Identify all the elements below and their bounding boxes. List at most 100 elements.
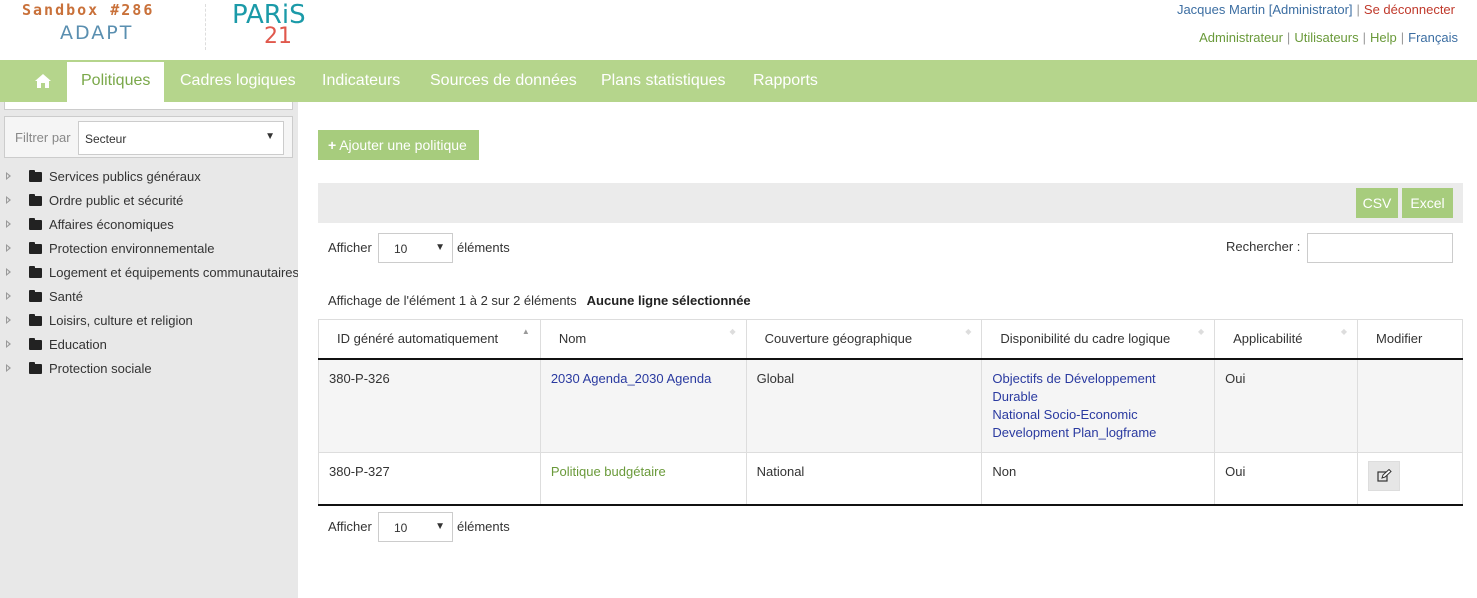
expand-arrow-icon[interactable] <box>6 172 11 180</box>
help-link[interactable]: Help <box>1370 30 1397 45</box>
page-length-value: 10 <box>394 521 408 535</box>
logout-link[interactable]: Se déconnecter <box>1364 2 1455 17</box>
folder-icon <box>29 266 42 278</box>
search-input[interactable] <box>1307 233 1453 263</box>
tree-item[interactable]: Education <box>0 334 298 358</box>
table-row[interactable]: 380-P-327 Politique budgétaire National … <box>318 451 1463 506</box>
expand-arrow-icon[interactable] <box>6 340 11 348</box>
user-name-link[interactable]: Jacques Martin [Administrator] <box>1177 2 1353 17</box>
sort-icon: ◆ <box>965 327 972 336</box>
policy-name-link[interactable]: Politique budgétaire <box>551 464 666 479</box>
separator: | <box>1400 30 1405 45</box>
tree-item-label: Affaires économiques <box>49 217 174 232</box>
expand-arrow-icon[interactable] <box>6 364 11 372</box>
separator: | <box>1356 2 1360 17</box>
nav-cadres-logiques[interactable]: Cadres logiques <box>166 60 310 102</box>
table-info: Affichage de l'élément 1 à 2 sur 2 éléme… <box>328 293 751 308</box>
adapt-logo-text: ADAPT <box>60 22 134 44</box>
tree-item[interactable]: Affaires économiques <box>0 214 298 238</box>
cell-framework: Objectifs de Développement Durable Natio… <box>981 358 1216 453</box>
folder-icon <box>29 314 42 326</box>
nav-politiques[interactable]: Politiques <box>67 62 165 102</box>
nav-rapports[interactable]: Rapports <box>739 60 832 102</box>
add-policy-label: Ajouter une politique <box>339 137 467 153</box>
tree-item[interactable]: Ordre public et sécurité <box>0 190 298 214</box>
tree-item[interactable]: Protection sociale <box>0 358 298 382</box>
cell-id: 380-P-326 <box>318 358 541 453</box>
sidebar-search-input[interactable] <box>4 102 293 110</box>
show-label: Afficher <box>328 519 372 534</box>
cell-name: Politique budgétaire <box>539 451 747 506</box>
sort-icon: ◆ <box>729 327 736 336</box>
policies-table: ID généré automatiquement ▲ Nom ◆ Couvertu… <box>318 319 1463 506</box>
sort-icon: ◆ <box>1197 327 1205 336</box>
sort-asc-icon: ▲ <box>521 327 530 336</box>
table-header-row: ID généré automatiquement ▲ Nom ◆ Couvertu… <box>318 319 1463 360</box>
column-header-nom[interactable]: Nom ◆ <box>539 319 747 360</box>
expand-arrow-icon[interactable] <box>6 292 11 300</box>
table-info-text: Affichage de l'élément 1 à 2 sur 2 éléme… <box>328 293 577 308</box>
edit-button[interactable] <box>1368 460 1401 491</box>
policy-name-link[interactable]: 2030 Agenda_2030 Agenda <box>551 371 712 386</box>
filter-select-value: Secteur <box>85 132 127 146</box>
cell-applicability: Oui <box>1214 358 1359 453</box>
column-header-id[interactable]: ID généré automatiquement ▲ <box>318 319 541 360</box>
utilisateurs-link[interactable]: Utilisateurs <box>1294 30 1358 45</box>
excel-export-button[interactable]: Excel <box>1402 188 1453 218</box>
sandbox-logo-text: Sandbox #286 <box>22 1 155 19</box>
tree-item-label: Loisirs, culture et religion <box>49 313 193 328</box>
cell-applicability: Oui <box>1214 451 1359 506</box>
tree-item-label: Services publics généraux <box>49 169 201 184</box>
nav-sources-de-donnees[interactable]: Sources de données <box>416 60 591 102</box>
page-length-select[interactable]: 10 ▼ <box>378 512 453 542</box>
tree-item-label: Protection sociale <box>49 361 152 376</box>
expand-arrow-icon[interactable] <box>6 316 11 324</box>
chevron-down-icon: ▼ <box>265 131 275 142</box>
nav-home-button[interactable] <box>22 60 64 102</box>
folder-icon <box>29 170 42 182</box>
column-header-label: Nom <box>558 331 587 347</box>
plus-icon: + <box>328 137 337 153</box>
column-header-couverture[interactable]: Couverture géographique ◆ <box>745 319 983 360</box>
filter-select[interactable]: Secteur ▼ <box>78 121 284 155</box>
sidebar: Filtrer par Secteur ▼ Services publics g… <box>0 102 298 598</box>
tree-item[interactable]: Services publics généraux <box>0 166 298 190</box>
column-header-applicabilite[interactable]: Applicabilité ◆ <box>1214 319 1359 360</box>
csv-export-button[interactable]: CSV <box>1356 188 1398 218</box>
framework-link[interactable]: Objectifs de Développement Durable <box>992 370 1204 406</box>
separator: | <box>1286 30 1291 45</box>
expand-arrow-icon[interactable] <box>6 196 11 204</box>
cell-framework: Non <box>981 451 1216 506</box>
sort-icon: ◆ <box>1340 327 1348 336</box>
sector-tree: Services publics généraux Ordre public e… <box>0 166 298 382</box>
column-header-disponibilite[interactable]: Disponibilité du cadre logique ◆ <box>981 319 1216 360</box>
nav-plans-statistiques[interactable]: Plans statistiques <box>587 60 740 102</box>
elements-label: éléments <box>457 519 510 534</box>
home-icon <box>35 74 51 88</box>
nav-indicateurs[interactable]: Indicateurs <box>308 60 414 102</box>
tree-item[interactable]: Protection environnementale <box>0 238 298 262</box>
header: Sandbox #286 ADAPT PARiS 21 Jacques Mart… <box>0 0 1477 60</box>
filter-label: Filtrer par <box>15 130 71 145</box>
separator: | <box>1362 30 1366 45</box>
tree-item[interactable]: Loisirs, culture et religion <box>0 310 298 334</box>
framework-link[interactable]: National Socio-Economic Development Plan… <box>992 406 1204 442</box>
expand-arrow-icon[interactable] <box>6 244 11 252</box>
main-navbar: Politiques Cadres logiques Indicateurs S… <box>0 60 1477 102</box>
cell-edit <box>1357 358 1463 453</box>
expand-arrow-icon[interactable] <box>6 268 11 276</box>
tree-item[interactable]: Santé <box>0 286 298 310</box>
filter-box: Filtrer par Secteur ▼ <box>4 116 293 158</box>
table-row[interactable]: 380-P-326 2030 Agenda_2030 Agenda Global… <box>318 358 1463 453</box>
tree-item-label: Santé <box>49 289 83 304</box>
add-policy-button[interactable]: + Ajouter une politique <box>318 130 479 160</box>
page-length-select[interactable]: 10 ▼ <box>378 233 453 263</box>
user-line: Jacques Martin [Administrator] | Se déconn… <box>1177 2 1455 17</box>
admin-links: Administrateur | Utilisateurs | Help | Françai… <box>1199 30 1458 45</box>
administrateur-link[interactable]: Administrateur <box>1199 30 1283 45</box>
tree-item[interactable]: Logement et équipements communautaires <box>0 262 298 286</box>
cell-coverage: Global <box>745 358 983 453</box>
language-link[interactable]: Français <box>1408 30 1458 45</box>
export-toolbar: CSV Excel <box>318 183 1463 223</box>
expand-arrow-icon[interactable] <box>6 220 11 228</box>
